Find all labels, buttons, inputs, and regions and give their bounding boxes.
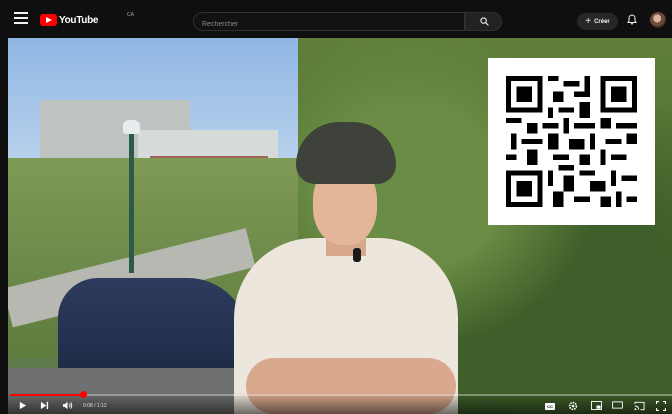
youtube-logo-icon — [40, 14, 57, 26]
play-icon[interactable] — [18, 401, 27, 410]
cast-icon[interactable] — [634, 401, 645, 411]
video-car — [58, 278, 248, 378]
lapel-mic — [353, 248, 361, 262]
qr-code — [488, 58, 655, 225]
logo-text: YouTube — [59, 14, 99, 26]
fullscreen-icon[interactable] — [656, 401, 666, 411]
menu-icon[interactable] — [14, 12, 28, 26]
create-label: Créer — [594, 18, 610, 25]
next-icon[interactable] — [40, 401, 49, 410]
miniplayer-icon[interactable] — [591, 401, 602, 410]
time-display: 0:08 / 1:12 — [83, 403, 107, 409]
bell-icon[interactable] — [627, 14, 637, 25]
video-lamp-head — [123, 120, 140, 134]
progress-fill — [10, 394, 83, 396]
video-lamp-post — [129, 128, 134, 273]
search-input[interactable] — [194, 16, 442, 33]
cc-icon[interactable]: CC — [545, 403, 555, 410]
search-button[interactable] — [465, 12, 502, 31]
create-button[interactable]: + Créer — [577, 13, 618, 30]
avatar[interactable] — [650, 12, 666, 28]
qr-code-image — [506, 76, 637, 207]
theater-icon[interactable] — [612, 401, 623, 409]
top-bar: YouTube CA + Créer — [0, 0, 672, 38]
settings-icon[interactable] — [568, 401, 578, 411]
progress-scrubber[interactable] — [79, 391, 87, 398]
volume-icon[interactable] — [62, 401, 73, 410]
plus-icon: + — [585, 15, 592, 27]
video-player[interactable] — [8, 38, 672, 414]
youtube-logo[interactable]: YouTube CA — [40, 12, 134, 27]
progress-bar[interactable] — [10, 391, 672, 398]
search-box — [193, 12, 465, 33]
logo-country-code: CA — [127, 12, 134, 18]
search-icon — [480, 17, 489, 26]
